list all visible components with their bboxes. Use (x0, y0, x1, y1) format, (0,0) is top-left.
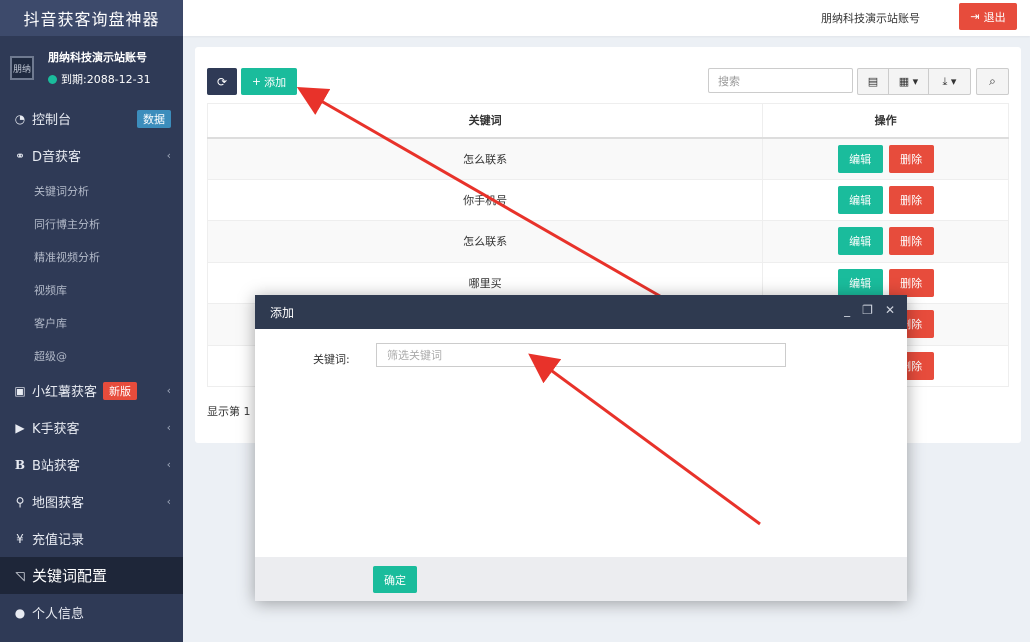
keyword-field-label: 关键词: (313, 353, 350, 366)
columns-icon: ▦ ▾ (898, 75, 919, 88)
export-button[interactable]: ⤓ ▾ (929, 68, 971, 95)
sidebar-item-bilibili[interactable]: B B站获客 ‹ (0, 446, 183, 483)
table-row: 你手机号 编辑 删除 (206, 178, 1009, 221)
sidebar-item-keyword-analysis[interactable]: 关键词分析 (0, 174, 183, 207)
sidebar-item-keyword-config[interactable]: ◹ 关键词配置 (0, 557, 183, 594)
delete-button[interactable]: 删除 (888, 185, 934, 214)
keyword-cell: 怎么联系 (206, 137, 764, 180)
delete-button[interactable]: 删除 (888, 268, 934, 297)
delete-button[interactable]: 删除 (888, 227, 934, 256)
table-row: 怎么联系 编辑 删除 (206, 220, 1009, 263)
table-row: 怎么联系 编辑 删除 (206, 137, 1009, 180)
add-button[interactable]: + 添加 (241, 68, 297, 95)
keyword-cell: 怎么联系 (206, 220, 764, 263)
delete-button[interactable]: 删除 (888, 144, 934, 173)
app-title: 抖音获客询盘神器 (0, 0, 183, 36)
chevron-down-icon: ‹ (166, 421, 171, 434)
edit-button[interactable]: 编辑 (837, 268, 883, 297)
sidebar-item-peer-analysis[interactable]: 同行博主分析 (0, 207, 183, 240)
add-dialog: 添加 _ ❐ ✕ 关键词: 筛选关键词 确定 (255, 295, 907, 601)
bold-b-icon: B (14, 457, 26, 472)
sidebar-item-dashboard[interactable]: ◔ 控制台 数据 (0, 100, 183, 137)
contact-icon: ▣ (14, 383, 26, 398)
chevron-down-icon: ‹ (166, 495, 171, 508)
table-icon: ▤ (867, 75, 879, 88)
logout-icon: ⇥ (970, 10, 980, 23)
toolbar: ⟳ + 添加 (207, 68, 297, 95)
plus-icon: + (251, 75, 262, 88)
account-name: 朋纳科技演示站账号 (821, 12, 920, 25)
yen-icon: ¥ (16, 531, 24, 546)
actions-cell: 编辑删除 (762, 137, 1009, 180)
sidebar-item-video-library[interactable]: 视频库 (0, 273, 183, 306)
keyword-cell: 你手机号 (206, 178, 764, 221)
sidebar-item-kuaishou[interactable]: ▶ K手获客 ‹ (0, 409, 183, 446)
search-button[interactable]: ⌕ (976, 68, 1009, 95)
close-icon[interactable]: ✕ (885, 303, 895, 317)
chevron-down-icon: ‹ (166, 384, 171, 397)
sidebar-item-douyin[interactable]: ⚭ D音获客 ‹ (0, 137, 183, 174)
chevron-down-icon: ‹ (166, 458, 171, 471)
sidebar-item-profile[interactable]: ● 个人信息 (0, 594, 183, 631)
edit-button[interactable]: 编辑 (837, 227, 883, 256)
export-icon: ⤓ ▾ (942, 74, 957, 88)
sidebar-item-video-analysis[interactable]: 精准视频分析 (0, 240, 183, 273)
new-badge: 新版 (103, 381, 138, 400)
sidebar-item-xiaohongshu[interactable]: ▣ 小红薯获客 新版 ‹ (0, 372, 183, 409)
sidebar-item-recharge[interactable]: ¥ 充值记录 (0, 520, 183, 557)
online-dot (48, 74, 57, 84)
minimize-icon[interactable]: _ (844, 303, 850, 317)
user-name: 朋纳科技演示站账号 (48, 51, 147, 64)
sidebar-item-super-at[interactable]: 超级@ (0, 339, 183, 372)
column-header-actions: 操作 (762, 103, 1009, 139)
actions-cell: 编辑删除 (762, 220, 1009, 263)
columns-button[interactable]: ▦ ▾ (889, 68, 929, 95)
refresh-button[interactable]: ⟳ (207, 68, 237, 95)
edit-button[interactable]: 编辑 (837, 185, 883, 214)
keyword-input[interactable]: 筛选关键词 (376, 343, 786, 367)
search-icon: ⌕ (989, 74, 996, 88)
dialog-title: 添加 (270, 305, 295, 320)
maximize-icon[interactable]: ❐ (862, 303, 873, 317)
sidebar-item-map[interactable]: ⚲ 地图获客 ‹ (0, 483, 183, 520)
sidebar-item-customer-library[interactable]: 客户库 (0, 306, 183, 339)
user-panel: 朋纳 朋纳科技演示站账号 到期:2088-12-31 (0, 36, 183, 100)
logout-button[interactable]: ⇥ 退出 (959, 3, 1017, 30)
user-icon: ● (14, 605, 26, 620)
toggle-view-button[interactable]: ▤ (857, 68, 889, 95)
edit-button[interactable]: 编辑 (837, 144, 883, 173)
avatar: 朋纳 (10, 56, 34, 80)
refresh-icon: ⟳ (216, 74, 228, 89)
dialog-footer: 确定 (255, 557, 907, 601)
pagination-info: 显示第 1 (207, 405, 251, 418)
confirm-button[interactable]: 确定 (373, 566, 417, 593)
dialog-header: 添加 _ ❐ ✕ (255, 295, 907, 329)
dialog-body: 关键词: 筛选关键词 (255, 329, 907, 557)
play-icon: ▶ (15, 420, 25, 435)
sidebar: 抖音获客询盘神器 朋纳 朋纳科技演示站账号 到期:2088-12-31 ◔ 控制… (0, 0, 183, 642)
chevron-down-icon: ‹ (166, 149, 171, 162)
data-badge: 数据 (137, 109, 171, 128)
expire-date: 到期:2088-12-31 (61, 73, 151, 86)
rss-icon: ◹ (15, 568, 25, 583)
table-tools: ▤ ▦ ▾ ⤓ ▾ (857, 68, 971, 95)
top-header: 朋纳科技演示站账号 ⇥ 退出 (183, 0, 1030, 36)
handshake-icon: ⚭ (14, 148, 26, 163)
map-marker-icon: ⚲ (15, 494, 25, 509)
column-header-keyword: 关键词 (206, 103, 764, 139)
search-input[interactable]: 搜索 (708, 68, 853, 93)
dashboard-icon: ◔ (14, 111, 26, 126)
actions-cell: 编辑删除 (762, 178, 1009, 221)
